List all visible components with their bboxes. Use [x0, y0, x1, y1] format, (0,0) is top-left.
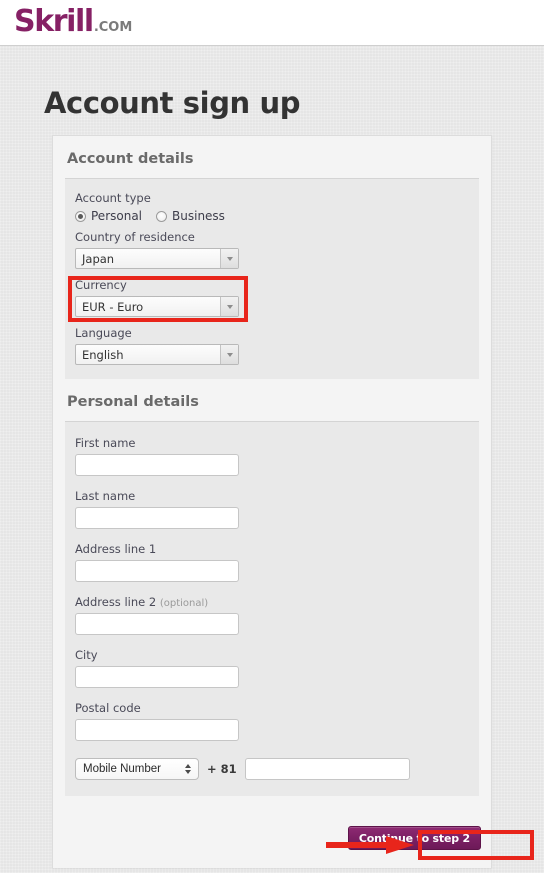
- address-line-1-label: Address line 1: [75, 542, 157, 556]
- currency-label: Currency: [75, 278, 127, 292]
- currency-select-value: EUR - Euro: [82, 299, 144, 314]
- phone-type-select[interactable]: Mobile Number: [75, 758, 199, 780]
- chevron-down-icon: [220, 249, 238, 268]
- postal-code-label: Postal code: [75, 701, 141, 715]
- personal-details-panel: First name Last name Address line 1 Addr…: [65, 421, 479, 796]
- logo-wordmark: Skrill: [14, 4, 94, 39]
- country-select-value: Japan: [82, 251, 115, 266]
- phone-type-value: Mobile Number: [83, 763, 161, 775]
- phone-number-input[interactable]: [244, 758, 410, 780]
- language-label: Language: [75, 326, 132, 340]
- currency-select[interactable]: EUR - Euro: [75, 296, 239, 317]
- site-header: Skrill .COM: [0, 0, 544, 46]
- address-line-1-input[interactable]: [75, 560, 239, 582]
- address-line-2-label-text: Address line 2: [75, 595, 157, 609]
- radio-business-label[interactable]: Business: [172, 209, 225, 223]
- address-line-2-input[interactable]: [75, 613, 239, 635]
- country-select[interactable]: Japan: [75, 248, 239, 269]
- personal-details-heading: Personal details: [67, 394, 199, 410]
- page-title: Account sign up: [44, 86, 301, 120]
- continue-to-step-2-button[interactable]: Continue to step 2: [347, 826, 481, 850]
- account-details-panel: Account type Personal Business Country o…: [65, 178, 479, 379]
- account-details-heading: Account details: [67, 151, 194, 167]
- language-select-value: English: [82, 347, 124, 362]
- account-type-label: Account type: [75, 191, 151, 205]
- chevron-down-icon: [220, 345, 238, 364]
- signup-card: Account details Account type Personal Bu…: [52, 135, 492, 868]
- first-name-input[interactable]: [75, 454, 239, 476]
- card-footer: Continue to step 2: [53, 816, 491, 868]
- city-label: City: [75, 648, 98, 662]
- logo-tld: .COM: [93, 20, 133, 35]
- account-type-radio-group: Personal Business: [75, 209, 469, 223]
- language-select[interactable]: English: [75, 344, 239, 365]
- country-label: Country of residence: [75, 230, 195, 244]
- city-input[interactable]: [75, 666, 239, 688]
- radio-business[interactable]: [156, 210, 168, 222]
- address-line-2-optional-note: (optional): [159, 598, 209, 609]
- phone-row: Mobile Number + 81: [75, 758, 469, 780]
- stepper-arrows-icon: [185, 764, 191, 774]
- last-name-input[interactable]: [75, 507, 239, 529]
- first-name-label: First name: [75, 436, 136, 450]
- address-line-2-label: Address line 2 (optional): [75, 595, 469, 609]
- postal-code-input[interactable]: [75, 719, 239, 741]
- chevron-down-icon: [220, 297, 238, 316]
- skrill-logo[interactable]: Skrill .COM: [14, 7, 132, 37]
- last-name-label: Last name: [75, 489, 136, 503]
- dial-code: + 81: [207, 762, 237, 776]
- radio-personal-label[interactable]: Personal: [91, 209, 142, 223]
- radio-personal[interactable]: [75, 210, 86, 222]
